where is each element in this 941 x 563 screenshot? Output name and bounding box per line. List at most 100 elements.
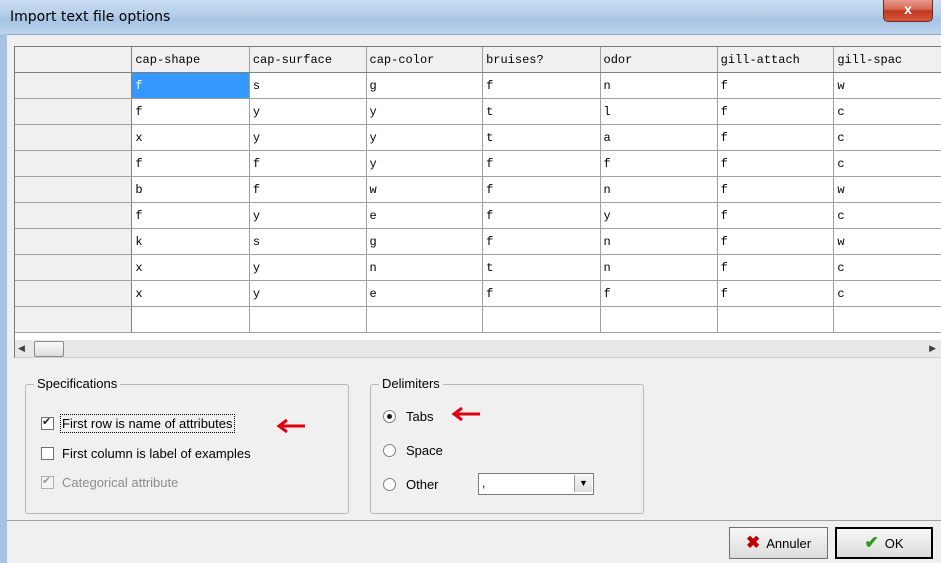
grid-cell[interactable]: y (249, 254, 367, 281)
grid-cell[interactable]: f (131, 150, 250, 177)
grid-cell[interactable]: y (366, 98, 484, 125)
grid-cell[interactable]: b (131, 176, 250, 203)
grid-cell[interactable]: k (131, 228, 250, 255)
column-header[interactable]: odor (600, 47, 718, 73)
grid-cell[interactable]: f (482, 228, 601, 255)
grid-cell[interactable]: w (833, 176, 941, 203)
row-header[interactable] (15, 72, 133, 99)
table-row[interactable]: ksgfnfw (15, 228, 941, 255)
grid-cell[interactable]: y (600, 202, 718, 229)
dropdown-arrow-icon[interactable]: ▼ (574, 475, 592, 492)
table-row[interactable]: fyefyfc (15, 202, 941, 229)
column-header[interactable]: cap-shape (131, 47, 250, 73)
grid-cell[interactable]: f (131, 202, 250, 229)
ok-button[interactable]: ✔ OK (835, 527, 933, 559)
grid-cell[interactable]: x (131, 254, 250, 281)
scroll-right-icon[interactable]: ▶ (929, 343, 936, 354)
grid-cell[interactable]: y (249, 280, 367, 307)
row-header[interactable] (15, 254, 133, 281)
grid-cell[interactable]: c (833, 98, 941, 125)
grid-cell[interactable]: f (482, 280, 601, 307)
grid-cell[interactable]: g (366, 72, 484, 99)
grid-cell[interactable]: f (717, 124, 835, 151)
table-row[interactable]: xyntnfc (15, 254, 941, 281)
row-header[interactable] (15, 150, 133, 177)
close-button[interactable]: x (883, 0, 933, 22)
grid-cell[interactable]: f (717, 280, 835, 307)
grid-cell[interactable]: f (482, 176, 601, 203)
grid-cell[interactable]: n (600, 254, 718, 281)
column-header[interactable]: cap-color (366, 47, 484, 73)
grid-cell[interactable]: l (600, 98, 718, 125)
grid-cell[interactable] (482, 306, 601, 333)
row-header[interactable] (15, 98, 133, 125)
grid-cell[interactable]: x (131, 124, 250, 151)
radio-button[interactable] (383, 410, 396, 423)
cancel-button[interactable]: ✖ Annuler (729, 527, 828, 559)
grid-cell[interactable]: s (249, 72, 367, 99)
grid-cell[interactable]: n (600, 228, 718, 255)
grid-cell[interactable]: f (717, 228, 835, 255)
scroll-thumb[interactable] (34, 341, 64, 357)
grid-cell[interactable]: f (482, 202, 601, 229)
first-column-labels-checkbox[interactable]: First column is label of examples (41, 446, 251, 461)
grid-cell[interactable] (131, 306, 250, 333)
grid-cell[interactable]: c (833, 202, 941, 229)
grid-cell[interactable]: w (833, 228, 941, 255)
other-delimiter-select[interactable]: , ▼ (478, 473, 594, 495)
grid-cell[interactable]: f (249, 150, 367, 177)
other-radio[interactable]: Other (383, 477, 439, 492)
checkbox-box[interactable] (41, 447, 54, 460)
grid-cell[interactable]: n (366, 254, 484, 281)
column-header[interactable]: gill-spac (833, 47, 941, 73)
grid-cell[interactable]: y (249, 98, 367, 125)
column-header[interactable]: bruises? (482, 47, 601, 73)
grid-cell[interactable]: w (366, 176, 484, 203)
row-header[interactable] (15, 124, 133, 151)
grid-cell[interactable]: e (366, 280, 484, 307)
grid-cell[interactable]: f (717, 150, 835, 177)
row-header[interactable] (15, 202, 133, 229)
grid-cell[interactable]: t (482, 254, 601, 281)
grid-cell[interactable]: y (249, 202, 367, 229)
grid-cell[interactable]: f (717, 98, 835, 125)
grid-cell[interactable]: s (249, 228, 367, 255)
row-header[interactable] (15, 228, 133, 255)
grid-cell[interactable]: w (833, 72, 941, 99)
first-row-attributes-checkbox[interactable]: First row is name of attributes (41, 414, 235, 433)
grid-cell[interactable]: f (600, 150, 718, 177)
grid-cell[interactable]: e (366, 202, 484, 229)
grid-cell[interactable]: f (717, 176, 835, 203)
space-radio[interactable]: Space (383, 443, 443, 458)
grid-cell[interactable] (833, 306, 941, 333)
scroll-left-icon[interactable]: ◀ (18, 343, 28, 354)
grid-cell[interactable]: f (717, 254, 835, 281)
grid-cell[interactable]: t (482, 98, 601, 125)
horizontal-scrollbar[interactable]: ◀ ▶ (14, 340, 941, 358)
grid-cell[interactable]: y (366, 124, 484, 151)
table-row[interactable]: xyefffc (15, 280, 941, 307)
tabs-radio[interactable]: Tabs (383, 409, 433, 424)
grid-cell[interactable]: c (833, 150, 941, 177)
grid-cell[interactable]: f (717, 72, 835, 99)
checkbox-box[interactable] (41, 415, 54, 430)
radio-button[interactable] (383, 444, 396, 457)
column-header[interactable]: gill-attach (717, 47, 835, 73)
grid-cell[interactable]: y (366, 150, 484, 177)
table-row[interactable]: xyytafc (15, 124, 941, 151)
grid-cell[interactable]: y (249, 124, 367, 151)
grid-cell[interactable]: n (600, 176, 718, 203)
table-row[interactable]: ffyfffc (15, 150, 941, 177)
grid-cell[interactable]: f (717, 202, 835, 229)
data-grid[interactable]: cap-shape cap-surface cap-color bruises? odo… (14, 46, 941, 342)
row-header[interactable] (15, 280, 133, 307)
grid-cell[interactable]: c (833, 254, 941, 281)
table-row[interactable]: fsgfnfw (15, 72, 941, 99)
grid-cell[interactable]: f (249, 176, 367, 203)
grid-cell[interactable] (366, 306, 484, 333)
grid-cell[interactable]: f (131, 72, 250, 99)
grid-cell[interactable]: f (131, 98, 250, 125)
grid-cell[interactable]: t (482, 124, 601, 151)
table-row[interactable] (15, 306, 941, 333)
grid-cell[interactable] (249, 306, 367, 333)
